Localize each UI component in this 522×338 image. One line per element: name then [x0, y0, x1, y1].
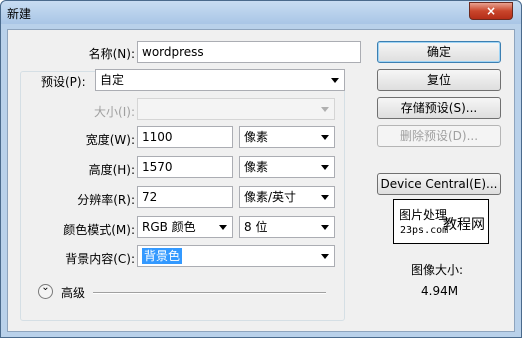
image-size-label: 图像大小: — [411, 263, 464, 277]
resolution-unit-value: 像素/英寸 — [244, 190, 297, 204]
chevron-down-icon — [219, 225, 227, 230]
size-label: 大小(I): — [94, 105, 135, 119]
advanced-divider — [93, 292, 326, 294]
size-select[interactable] — [137, 98, 335, 120]
width-input[interactable]: 1100 — [137, 126, 233, 148]
image-size-value: 4.94M — [421, 284, 459, 298]
resolution-label: 分辨率(R): — [77, 193, 135, 207]
watermark-bottom-text: 23ps.com — [400, 225, 449, 236]
background-value: 背景色 — [142, 248, 183, 264]
chevron-down-icon — [321, 165, 329, 170]
color-mode-value: RGB 颜色 — [142, 220, 196, 234]
chevron-down-icon — [321, 107, 329, 112]
resolution-input[interactable]: 72 — [137, 186, 233, 208]
chevron-down-icon — [321, 254, 329, 259]
double-chevron-down-icon: ⌄ — [41, 282, 50, 293]
preset-value: 自定 — [100, 73, 125, 87]
background-select[interactable]: 背景色 — [137, 245, 335, 267]
color-mode-label: 颜色模式(M): — [63, 223, 135, 237]
name-input[interactable]: wordpress — [137, 41, 361, 63]
new-document-dialog: 新建 × 名称(N): wordpress 预设(P): 自定 大小(I): 宽… — [0, 0, 522, 338]
height-input[interactable]: 1570 — [137, 156, 233, 178]
preset-label: 预设(P): — [41, 75, 86, 89]
close-button[interactable]: × — [469, 2, 513, 20]
device-central-button[interactable]: Device Central(E)... — [377, 173, 501, 195]
width-label: 宽度(W): — [85, 133, 135, 147]
chevron-down-icon — [321, 135, 329, 140]
advanced-label: 高级 — [61, 286, 86, 300]
title-bar[interactable]: 新建 × — [1, 1, 521, 24]
preset-select[interactable]: 自定 — [95, 69, 345, 91]
name-label: 名称(N): — [88, 47, 135, 61]
chevron-down-icon — [321, 225, 329, 230]
bit-depth-select[interactable]: 8 位 — [239, 216, 335, 238]
ok-button[interactable]: 确定 — [377, 41, 501, 63]
chevron-down-icon — [331, 78, 339, 83]
height-unit-select[interactable]: 像素 — [239, 156, 335, 178]
close-icon: × — [485, 4, 497, 18]
reset-button[interactable]: 复位 — [377, 69, 501, 91]
chevron-down-icon — [321, 195, 329, 200]
height-unit-value: 像素 — [244, 160, 269, 174]
delete-preset-button[interactable]: 删除预设(D)... — [377, 125, 501, 147]
color-mode-select[interactable]: RGB 颜色 — [137, 216, 233, 238]
dialog-title: 新建 — [7, 7, 32, 21]
width-unit-value: 像素 — [244, 130, 269, 144]
height-label: 高度(H): — [88, 163, 135, 177]
bit-depth-value: 8 位 — [244, 220, 268, 234]
background-label: 背景内容(C): — [65, 252, 135, 266]
save-preset-button[interactable]: 存储预设(S)... — [377, 97, 501, 119]
watermark-right-text: 教程网 — [443, 217, 485, 233]
watermark-logo: 图片处理 23ps.com 教程网 — [393, 199, 489, 244]
watermark-top-text: 图片处理 — [399, 208, 448, 222]
width-unit-select[interactable]: 像素 — [239, 126, 335, 148]
advanced-toggle-button[interactable]: ⌄ — [38, 282, 53, 299]
resolution-unit-select[interactable]: 像素/英寸 — [239, 186, 335, 208]
